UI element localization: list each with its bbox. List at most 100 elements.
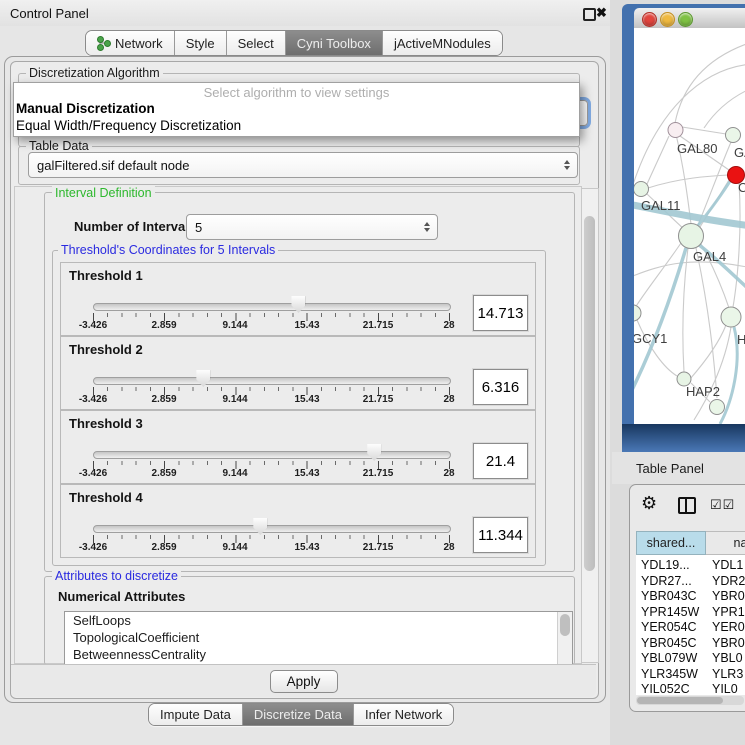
bottom-tabs: Impute Data Discretize Data Infer Networ… [148, 703, 454, 726]
node-gal4[interactable] [679, 224, 704, 249]
tick-label: 21.715 [363, 320, 394, 331]
table-row[interactable]: YLR345WYLR3 [636, 666, 745, 682]
tab-style[interactable]: Style [175, 31, 227, 55]
screen: Control Panel ✖ Network Style Select Cyn… [0, 0, 745, 745]
table-data-combo[interactable]: galFiltered.sif default node [28, 152, 578, 178]
interval-definition-title: Interval Definition [52, 186, 155, 200]
network-view-window[interactable]: GAL80 GA GAL11 GAL4 GCY1 H HAP2 C [622, 4, 745, 452]
node-label: GAL80 [677, 141, 717, 156]
tick-label: -3.426 [79, 542, 107, 553]
table-row[interactable]: YER054CYER0 [636, 619, 745, 635]
popup-option-equal-width-frequency[interactable]: Equal Width/Frequency Discretization [16, 118, 241, 133]
popup-placeholder-option[interactable]: Select algorithm to view settings [14, 85, 579, 100]
threshold-slider-track[interactable] [93, 451, 451, 459]
threshold-row: Threshold 1 -3.426 2.859 9.144 15.43 21.… [60, 262, 536, 336]
table-row[interactable]: YDL19...YDL1 [636, 557, 745, 573]
tab-label: Select [238, 36, 274, 51]
node[interactable] [721, 307, 741, 327]
network-window-titlebar[interactable] [634, 8, 745, 29]
tab-select[interactable]: Select [227, 31, 286, 55]
tab-network[interactable]: Network [86, 31, 175, 55]
columns-icon[interactable] [678, 497, 696, 514]
threshold-slider-track[interactable] [93, 525, 451, 533]
threshold-value-field[interactable]: 11.344 [473, 517, 528, 553]
tab-impute-data[interactable]: Impute Data [149, 704, 243, 725]
apply-button[interactable]: Apply [270, 670, 338, 693]
table-row[interactable]: YBR043CYBR0 [636, 588, 745, 604]
table-row[interactable]: YPR145WYPR1 [636, 604, 745, 620]
network-graph: GAL80 GA GAL11 GAL4 GCY1 H HAP2 C [634, 28, 745, 424]
network-canvas[interactable]: GAL80 GA GAL11 GAL4 GCY1 H HAP2 C [634, 28, 745, 424]
tab-jactivemnodules[interactable]: jActiveMNodules [383, 31, 502, 55]
control-panel-tabs: Network Style Select Cyni Toolbox jActiv… [85, 30, 503, 56]
select-checkboxes-icon[interactable]: ☑☑ [710, 497, 735, 513]
list-item[interactable]: SelfLoops [65, 612, 572, 629]
slider-ticks [93, 535, 451, 543]
attributes-group-title: Attributes to discretize [52, 569, 181, 583]
tick-label: 2.859 [151, 320, 176, 331]
table-row[interactable]: YDR27...YDR2 [636, 573, 745, 589]
tick-label: 15.43 [294, 394, 319, 405]
threshold-slider-track[interactable] [93, 303, 451, 311]
node[interactable] [710, 400, 725, 415]
tab-cyni-toolbox[interactable]: Cyni Toolbox [286, 31, 383, 55]
list-item[interactable]: TopologicalCoefficient [65, 629, 572, 646]
table-row[interactable]: YIL052CYIL0 [636, 681, 745, 695]
tick-label: 2.859 [151, 468, 176, 479]
tick-label: 28 [443, 394, 454, 405]
threshold-label: Threshold 3 [69, 416, 143, 431]
tick-label: 15.43 [294, 542, 319, 553]
combo-arrows-icon [424, 222, 430, 232]
minimize-traffic-light-icon[interactable] [660, 12, 675, 27]
tick-label: -3.426 [79, 394, 107, 405]
tab-infer-network[interactable]: Infer Network [354, 704, 453, 725]
slider-ticks [93, 313, 451, 321]
number-of-intervals-label: Number of Intervals [74, 219, 196, 234]
threshold-value-field[interactable]: 6.316 [473, 369, 528, 405]
list-item[interactable]: BetweennessCentrality [65, 646, 572, 663]
close-traffic-light-icon[interactable] [642, 12, 657, 27]
list-scrollbar[interactable] [557, 612, 572, 664]
numerical-attributes-label: Numerical Attributes [58, 589, 185, 604]
float-window-icon[interactable] [583, 8, 596, 21]
node-label: GAL11 [641, 198, 681, 213]
threshold-value-field[interactable]: 14.713 [473, 295, 528, 331]
table-horizontal-scrollbar[interactable] [636, 696, 744, 705]
tab-label: Network [115, 36, 163, 51]
thresholds-group-title: Threshold's Coordinates for 5 Intervals [58, 243, 278, 257]
column-header-name[interactable]: na [706, 531, 745, 555]
popup-option-manual-discretization[interactable]: Manual Discretization [16, 101, 155, 116]
node[interactable] [634, 182, 649, 197]
node-label: GAL4 [693, 249, 726, 264]
tick-label: -3.426 [79, 320, 107, 331]
tick-label: 2.859 [151, 394, 176, 405]
main-scrollbar[interactable] [581, 188, 599, 663]
node[interactable] [668, 123, 683, 138]
combo-arrows-icon [564, 160, 570, 170]
table-panel-title: Table Panel [636, 461, 704, 476]
zoom-traffic-light-icon[interactable] [678, 12, 693, 27]
threshold-slider-track[interactable] [93, 377, 451, 385]
node-label: GA [734, 145, 745, 160]
table-row[interactable]: YBR045CYBR0 [636, 635, 745, 651]
tick-label: 9.144 [222, 542, 247, 553]
table-data-value: galFiltered.sif default node [37, 158, 189, 173]
node-label: GCY1 [634, 331, 667, 346]
number-of-intervals-combo[interactable]: 5 [186, 214, 438, 240]
threshold-label: Threshold 2 [69, 342, 143, 357]
column-header-shared[interactable]: shared... [636, 531, 706, 555]
tick-label: 15.43 [294, 468, 319, 479]
apply-bar: Apply [11, 664, 596, 697]
table-row[interactable]: YBL079WYBL0 [636, 650, 745, 666]
close-icon[interactable]: ✖ [596, 5, 607, 21]
scrollbar-thumb[interactable] [584, 216, 595, 571]
gear-icon[interactable]: ⚙ [641, 493, 657, 514]
node[interactable] [726, 128, 741, 143]
number-of-intervals-value: 5 [195, 220, 202, 235]
tab-discretize-data[interactable]: Discretize Data [243, 704, 354, 725]
scrollbar-thumb[interactable] [637, 697, 723, 704]
threshold-value-field[interactable]: 21.4 [473, 443, 528, 479]
node-gcy1[interactable] [634, 305, 641, 321]
table-data-title: Table Data [26, 139, 92, 153]
slider-ticks [93, 461, 451, 469]
